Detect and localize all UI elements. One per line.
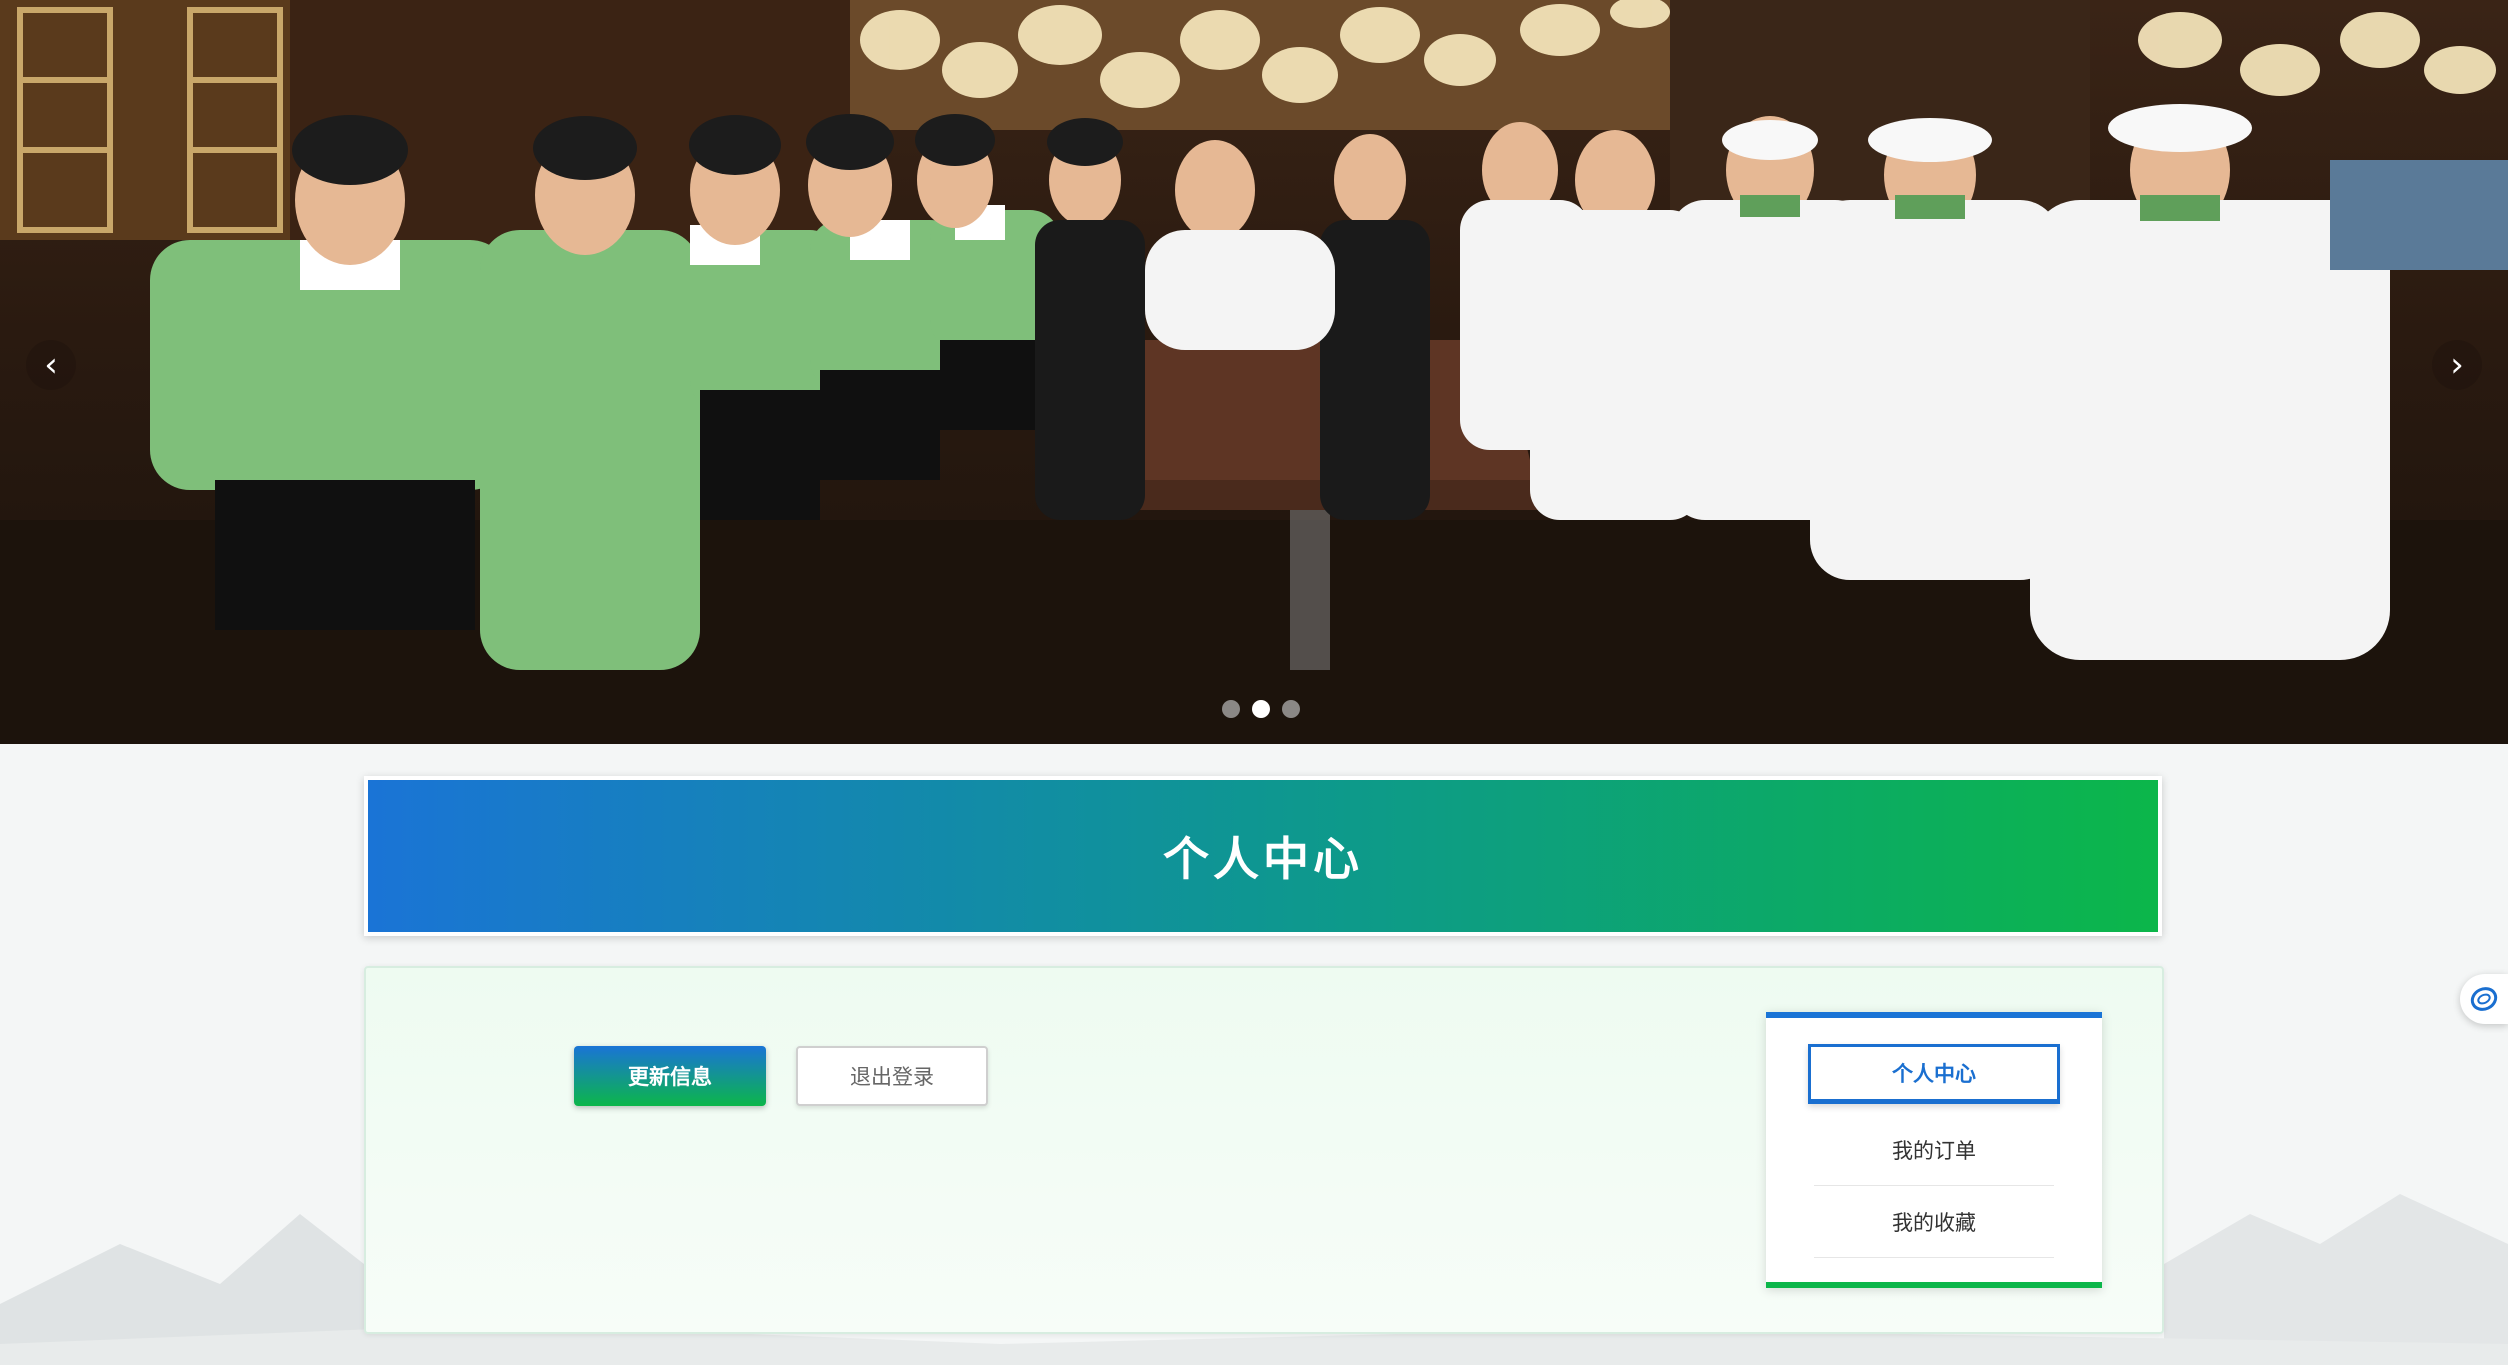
menu-item-favorites[interactable]: 我的收藏	[1814, 1186, 2054, 1258]
chat-bubble-icon	[2470, 987, 2498, 1011]
update-info-button[interactable]: 更新信息	[574, 1046, 766, 1106]
profile-panel: 更新信息 退出登录 个人中心 我的订单 我的收藏	[364, 966, 2164, 1334]
page-title-background: 个人中心	[368, 780, 2158, 932]
page-title-banner: 个人中心	[364, 776, 2162, 936]
carousel-dot[interactable]	[1222, 700, 1240, 718]
carousel-indicators	[1222, 700, 1300, 718]
floating-chat-widget[interactable]	[2460, 974, 2508, 1024]
carousel-next-button[interactable]: ›	[2432, 340, 2482, 390]
carousel-dot-active[interactable]	[1252, 700, 1270, 718]
hero-image	[0, 0, 2508, 744]
page-title: 个人中心	[1163, 832, 1363, 886]
hero-carousel[interactable]: ‹ ›	[0, 0, 2508, 744]
menu-item-profile[interactable]: 个人中心	[1808, 1044, 2060, 1104]
user-side-menu: 个人中心 我的订单 我的收藏	[1766, 1012, 2102, 1288]
carousel-dot[interactable]	[1282, 700, 1300, 718]
logout-button[interactable]: 退出登录	[796, 1046, 988, 1106]
carousel-prev-button[interactable]: ‹	[26, 340, 76, 390]
menu-item-orders[interactable]: 我的订单	[1814, 1114, 2054, 1186]
